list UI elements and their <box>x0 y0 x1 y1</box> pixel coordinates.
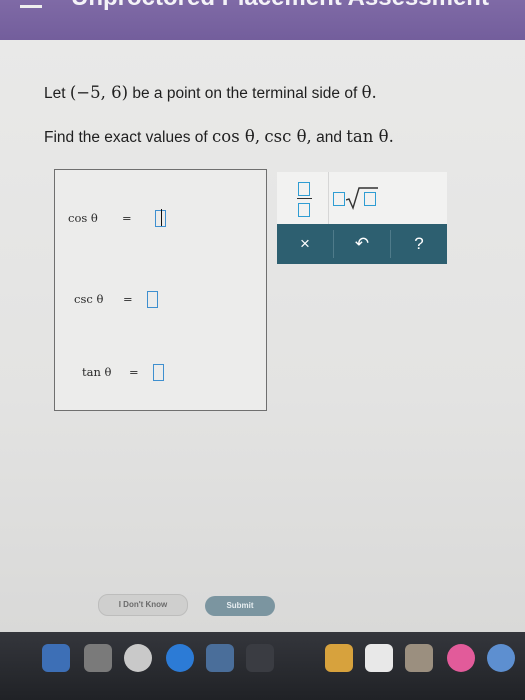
csc-answer-input[interactable] <box>147 291 158 308</box>
safari-icon[interactable] <box>124 644 152 672</box>
fraction-template-button[interactable] <box>297 180 313 218</box>
math-toolbar: × ↶ ? <box>277 172 447 264</box>
photos-icon[interactable] <box>206 644 234 672</box>
mac-dock <box>0 632 525 700</box>
action-row: × ↶ ? <box>277 224 447 264</box>
equals-sign: = <box>123 292 133 306</box>
finder-icon[interactable] <box>42 644 70 672</box>
messages-icon[interactable] <box>487 644 515 672</box>
question-text-find: Find the exact values of <box>44 129 208 146</box>
csc-label: csc θ <box>74 292 104 306</box>
cos-theta-text: cos θ, <box>212 127 261 146</box>
tan-theta-text: tan θ. <box>346 127 394 146</box>
point-coordinates: (−5, 6) <box>69 83 129 102</box>
question-line-1: Let (−5, 6) be a point on the terminal s… <box>44 83 377 103</box>
text-cursor <box>161 209 162 226</box>
template-row <box>277 172 447 224</box>
dont-know-button[interactable]: I Don't Know <box>98 594 188 616</box>
question-text-let: Let <box>44 85 66 102</box>
assessment-header: Unproctored Placement Assessment <box>0 0 525 40</box>
question-line-2: Find the exact values of cos θ, csc θ, a… <box>44 127 394 147</box>
csc-theta-text: csc θ, <box>264 127 312 146</box>
clear-button[interactable]: × <box>277 224 333 264</box>
contacts-icon[interactable] <box>365 644 393 672</box>
numerator-box-icon <box>298 182 310 196</box>
page-title: Unproctored Placement Assessment <box>70 0 490 12</box>
cos-label: cos θ <box>68 211 98 225</box>
radicand-box-icon <box>364 192 376 206</box>
app-icon[interactable] <box>246 644 274 672</box>
chrome-icon[interactable] <box>166 644 194 672</box>
tan-answer-input[interactable] <box>153 364 164 381</box>
question-text-and: and <box>316 129 342 146</box>
equals-sign: = <box>122 211 132 225</box>
tan-label: tan θ <box>82 365 112 379</box>
theta-symbol: θ. <box>361 83 377 102</box>
toolbar-divider <box>328 172 329 224</box>
undo-button[interactable]: ↶ <box>334 224 390 264</box>
coefficient-box-icon <box>333 192 345 206</box>
help-button[interactable]: ? <box>391 224 447 264</box>
equals-sign: = <box>129 365 139 379</box>
maps-icon[interactable] <box>405 644 433 672</box>
answer-box[interactable]: cos θ = csc θ = tan θ = <box>54 169 267 411</box>
fraction-bar-icon <box>297 198 312 200</box>
menu-dash-icon[interactable] <box>20 5 42 8</box>
notes-icon[interactable] <box>325 644 353 672</box>
question-text-terminal: be a point on the terminal side of <box>132 85 358 102</box>
submit-button[interactable]: Submit <box>205 596 275 616</box>
launchpad-icon[interactable] <box>84 644 112 672</box>
photos-flower-icon[interactable] <box>447 644 475 672</box>
denominator-box-icon <box>298 203 310 217</box>
radical-template-button[interactable] <box>333 186 433 210</box>
